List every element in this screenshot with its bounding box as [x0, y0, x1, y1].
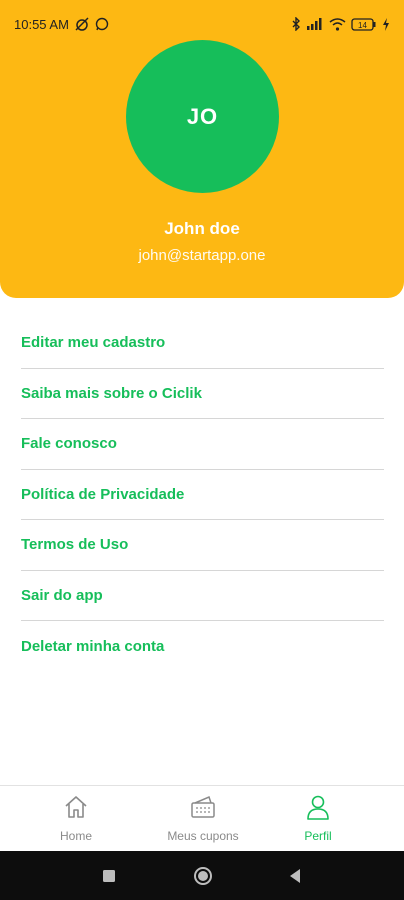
menu-item-label: Fale conosco: [21, 435, 117, 453]
recents-button[interactable]: [102, 869, 116, 888]
menu-item-label: Política de Privacidade: [21, 485, 185, 503]
charging-icon: [382, 17, 390, 31]
nav-item-coupons[interactable]: Meus cupons: [162, 794, 244, 843]
menu-item-privacy-policy[interactable]: Política de Privacidade: [21, 470, 384, 520]
menu-item-terms-of-use[interactable]: Termos de Uso: [21, 520, 384, 571]
nav-label-home: Home: [59, 829, 92, 843]
menu-item-label: Saiba mais sobre o Ciclik: [21, 384, 202, 402]
menu-item-label: Editar meu cadastro: [21, 334, 166, 352]
nav-item-home[interactable]: Home: [54, 794, 98, 843]
back-button[interactable]: [288, 868, 302, 889]
nav-item-profile[interactable]: Perfil: [300, 794, 336, 843]
profile-header: 10:55 AM 14 JO John doe john@startapp.on…: [0, 0, 404, 298]
menu-item-delete-account[interactable]: Deletar minha conta: [21, 621, 384, 672]
system-nav-bar: [0, 851, 404, 900]
status-time: 10:55 AM: [14, 16, 69, 32]
svg-text:14: 14: [358, 21, 367, 30]
menu-item-logout[interactable]: Sair do app: [21, 571, 384, 621]
whatsapp-icon: [95, 17, 109, 31]
menu-item-label: Termos de Uso: [21, 536, 129, 554]
home-button[interactable]: [193, 866, 213, 891]
wifi-icon: [329, 17, 346, 31]
status-left: 10:55 AM: [14, 17, 109, 32]
alarm-off-icon: [74, 17, 90, 31]
profile-icon: [306, 794, 330, 825]
menu-item-edit-profile[interactable]: Editar meu cadastro: [21, 318, 384, 369]
menu-item-contact-us[interactable]: Fale conosco: [21, 419, 384, 470]
nav-label-profile: Perfil: [304, 829, 332, 843]
signal-icon: [306, 18, 324, 30]
menu-item-about-ciclik[interactable]: Saiba mais sobre o Ciclik: [21, 369, 384, 419]
user-email: john@startapp.one: [138, 247, 266, 264]
nav-label-coupons: Meus cupons: [167, 829, 239, 843]
user-name: John doe: [164, 219, 240, 238]
home-icon: [63, 794, 89, 825]
status-right: 14: [291, 17, 390, 31]
battery-icon: 14: [351, 17, 377, 31]
coupon-icon: [189, 794, 217, 825]
bottom-nav: Home Meus cupons Perfil: [0, 785, 404, 851]
avatar-initials: JO: [186, 103, 219, 129]
bluetooth-icon: [291, 17, 301, 31]
menu-item-label: Deletar minha conta: [21, 637, 165, 655]
avatar[interactable]: JO: [126, 40, 279, 193]
profile-menu: Editar meu cadastro Saiba mais sobre o C…: [21, 318, 384, 672]
menu-item-label: Sair do app: [21, 586, 103, 604]
